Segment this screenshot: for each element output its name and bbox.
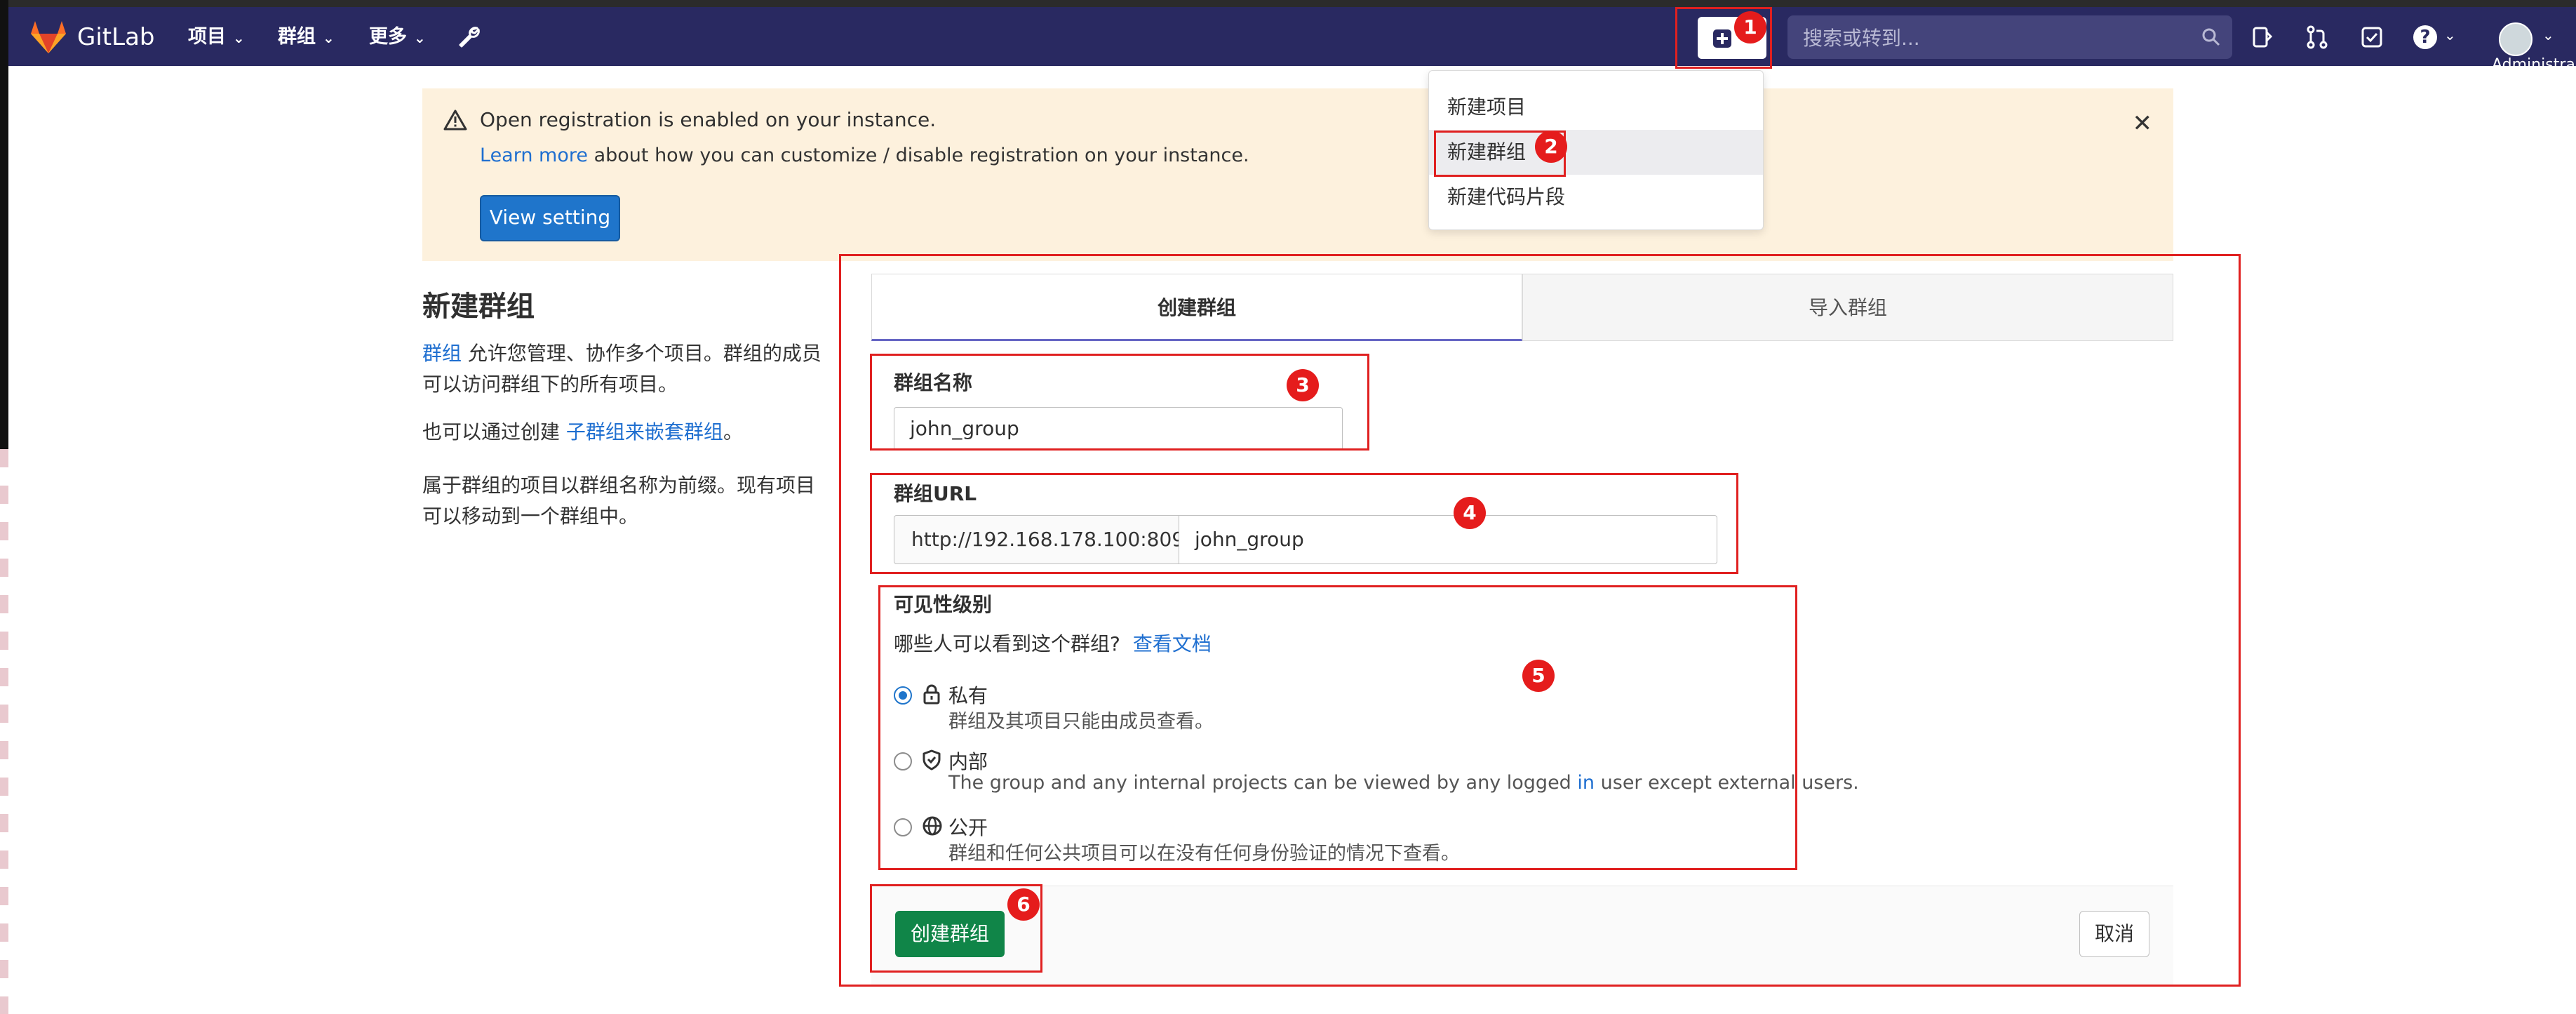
annotation-badge-2: 2 (1535, 131, 1567, 163)
warning-icon (443, 109, 467, 131)
nav-more-label: 更多 (369, 26, 407, 48)
search-input[interactable] (1787, 15, 2197, 60)
avatar[interactable] (2499, 22, 2533, 56)
annotation-badge-1: 1 (1734, 11, 1766, 44)
menu-item-new-snippet[interactable]: 新建代码片段 (1429, 175, 1763, 220)
alert-title: Open registration is enabled on your ins… (480, 108, 937, 131)
nav-projects[interactable]: 项目 ⌄ (188, 20, 245, 55)
chevron-down-icon: ⌄ (323, 29, 335, 46)
top-navbar: GitLab 项目⌄ 群组⌄ 更多⌄ ? ⌄ ⌄ Ad (8, 7, 2576, 74)
close-icon[interactable]: ✕ (2133, 109, 2153, 138)
annotation-box-3 (870, 354, 1369, 451)
gitlab-logo-icon[interactable] (29, 20, 67, 55)
merge-request-icon[interactable] (2305, 25, 2329, 49)
annotation-badge-6: 6 (1007, 888, 1040, 921)
todo-icon[interactable] (2360, 25, 2384, 49)
view-setting-button[interactable]: View setting (480, 195, 620, 241)
page-title: 新建群组 (422, 291, 535, 323)
chevron-down-icon: ⌄ (2444, 27, 2456, 44)
search-icon (2202, 28, 2220, 46)
nav-projects-label: 项目 (188, 26, 226, 48)
description-paragraph-3: 属于群组的项目以群组名称为前缀。现有项目可以移动到一个群组中。 (422, 474, 816, 528)
window-top-strip (0, 0, 2576, 7)
alert-body-text: about how you can customize / disable re… (593, 145, 1249, 166)
groups-link[interactable]: 群组 (422, 342, 462, 365)
search-box[interactable] (1787, 15, 2232, 60)
description-text-2: 也可以通过创建 (422, 420, 561, 443)
alert-body: Learn more about how you can customize /… (480, 145, 1249, 166)
registration-alert: Open registration is enabled on your ins… (422, 88, 2173, 261)
left-edge-texture (0, 449, 8, 1014)
annotation-badge-5: 5 (1522, 660, 1555, 692)
menu-item-new-project[interactable]: 新建项目 (1429, 85, 1763, 130)
user-name-label: Administra (2492, 56, 2575, 74)
description-text-2-end: 。 (723, 420, 743, 443)
help-icon: ? (2413, 25, 2437, 49)
issues-icon[interactable] (2250, 25, 2274, 49)
nav-more[interactable]: 更多 ⌄ (369, 20, 426, 55)
annotation-badge-4: 4 (1454, 497, 1486, 529)
description-paragraph-1: 群组 允许您管理、协作多个项目。群组的成员可以访问群组下的所有项目。 (422, 338, 829, 400)
help-menu[interactable]: ? ⌄ (2413, 22, 2469, 53)
annotation-box-4 (870, 473, 1738, 574)
brand-name[interactable]: GitLab (77, 20, 154, 55)
page-description: 新建群组 群组 允许您管理、协作多个项目。群组的成员可以访问群组下的所有项目。 … (422, 283, 829, 528)
annotation-box-5 (878, 585, 1797, 870)
learn-more-link[interactable]: Learn more (480, 145, 588, 166)
annotation-badge-3: 3 (1287, 369, 1319, 401)
left-edge (0, 0, 8, 1014)
nav-groups-label: 群组 (278, 26, 316, 48)
description-text-1: 允许您管理、协作多个项目。群组的成员可以访问群组下的所有项目。 (422, 342, 821, 396)
nav-groups[interactable]: 群组 ⌄ (278, 20, 335, 55)
chevron-down-icon: ⌄ (233, 29, 245, 46)
description-paragraph-2: 也可以通过创建 子群组来嵌套群组。 (422, 417, 829, 448)
subgroups-link[interactable]: 子群组来嵌套群组 (566, 420, 723, 443)
chevron-down-icon: ⌄ (414, 29, 426, 46)
chevron-down-icon[interactable]: ⌄ (2542, 22, 2554, 48)
wrench-icon[interactable] (457, 25, 481, 49)
